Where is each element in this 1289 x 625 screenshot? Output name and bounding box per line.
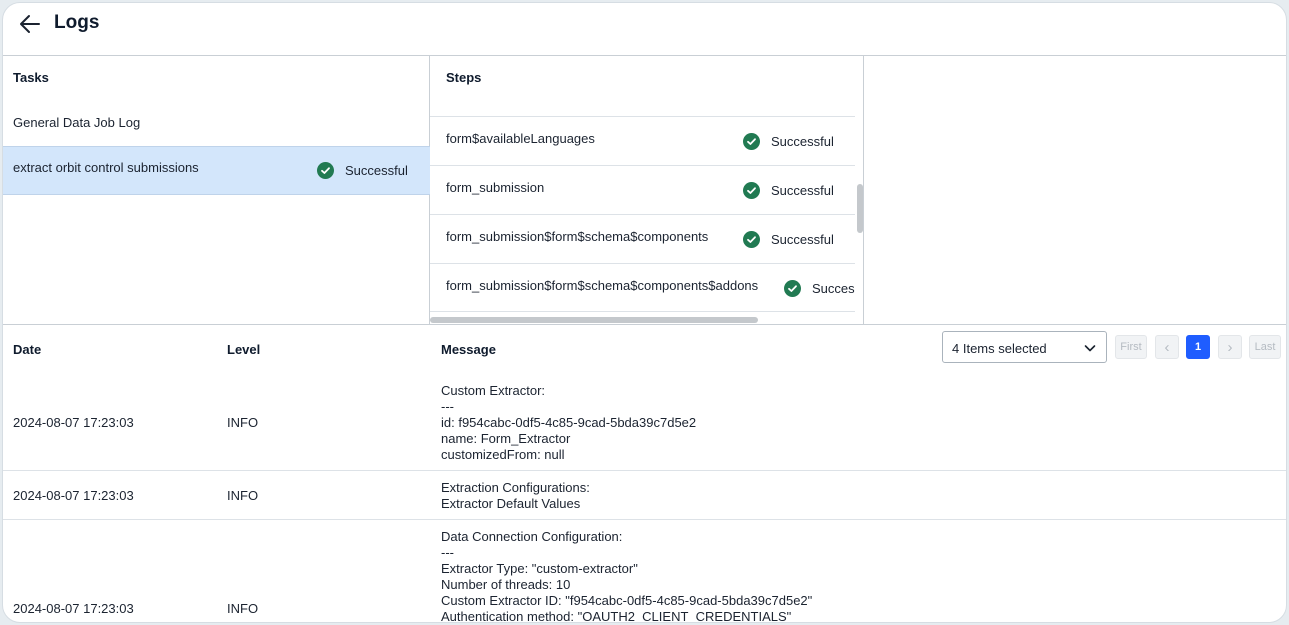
task-item-general-data-job-log[interactable]: General Data Job Log [3,100,430,149]
steps-panel: Steps form$availableLanguages Successful… [430,56,864,324]
page-1-button[interactable]: 1 [1186,335,1210,359]
log-message-line: name: Form_Extractor [441,431,571,446]
next-page-button[interactable]: › [1218,335,1242,359]
log-message-line: Custom Extractor ID: "f954cabc-0df5-4c85… [441,593,813,608]
log-message-line: Data Connection Configuration: [441,529,623,544]
status-badge: Successful [743,182,834,199]
back-arrow-icon[interactable] [17,11,43,37]
log-message-line: Extraction Configurations: [441,480,590,495]
step-row[interactable]: form_submission Successful [430,165,855,214]
log-message-line: customizedFrom: null [441,447,565,462]
step-list: form$availableLanguages Successful form_… [430,116,855,312]
step-label: form$availableLanguages [446,131,595,146]
log-message: Custom Extractor: --- id: f954cabc-0df5-… [441,383,696,463]
log-level: INFO [227,601,259,616]
last-page-button[interactable]: Last [1249,335,1281,359]
status-text: Successful [771,232,834,247]
task-item-extract-orbit-control-submissions[interactable]: extract orbit control submissions Succes… [3,146,430,195]
step-row[interactable]: form_submission$form$schema$components S… [430,214,855,263]
log-date: 2024-08-07 17:23:03 [13,601,134,616]
log-message-line: --- [441,399,454,414]
status-text: Succes [812,281,855,296]
prev-page-button[interactable]: ‹ [1155,335,1179,359]
status-badge: Succes [784,280,855,297]
status-text: Successful [345,163,408,178]
log-message-line: Number of threads: 10 [441,577,571,592]
column-header-level[interactable]: Level [227,342,260,357]
vertical-scrollbar[interactable] [857,184,863,233]
tasks-panel: Tasks General Data Job Log extract orbit… [3,56,430,324]
step-row[interactable]: form_submission$form$schema$components$a… [430,263,855,312]
log-message-line: Extractor Default Values [441,496,581,511]
step-label: form_submission$form$schema$components [446,229,709,244]
status-badge: Successful [743,133,834,150]
first-page-button[interactable]: First [1115,335,1147,359]
log-message-line: Custom Extractor: [441,383,546,398]
column-header-message[interactable]: Message [441,342,496,357]
log-message: Data Connection Configuration: --- Extra… [441,529,813,623]
log-message-line: --- [441,545,454,560]
level-filter-select[interactable]: 4 Items selected [942,331,1107,363]
task-item-label: extract orbit control submissions [13,160,199,175]
log-message: Extraction Configurations: Extractor Def… [441,480,590,512]
log-message-line: Extractor Type: "custom-extractor" [441,561,638,576]
check-circle-icon [317,162,334,179]
step-label: form_submission$form$schema$components$a… [446,278,759,293]
table-row[interactable]: 2024-08-07 17:23:03 INFO Extraction Conf… [3,471,1286,520]
log-level: INFO [227,415,259,430]
check-circle-icon [784,280,801,297]
log-table-header: Date Level Message 4 Items selected Firs… [3,324,1286,374]
log-message-line: id: f954cabc-0df5-4c85-9cad-5bda39c7d5e2 [441,415,697,430]
check-circle-icon [743,231,760,248]
tasks-heading: Tasks [13,70,49,85]
status-badge: Successful [743,231,834,248]
steps-heading: Steps [446,70,482,85]
status-badge: Successful [317,162,408,179]
level-filter-value: 4 Items selected [952,341,1047,356]
logs-window: Logs Tasks General Data Job Log extract … [2,2,1287,623]
table-row[interactable]: 2024-08-07 17:23:03 INFO Data Connection… [3,520,1286,623]
column-header-date[interactable]: Date [13,342,41,357]
task-item-label: General Data Job Log [13,115,141,130]
check-circle-icon [743,133,760,150]
log-message-line: Authentication method: "OAUTH2_CLIENT_CR… [441,609,792,623]
horizontal-scrollbar[interactable] [430,317,758,323]
step-row[interactable]: form$availableLanguages Successful [430,116,855,165]
table-row[interactable]: 2024-08-07 17:23:03 INFO Custom Extracto… [3,374,1286,471]
chevron-down-icon [1083,341,1097,358]
step-label: form_submission [446,180,545,195]
log-level: INFO [227,488,259,503]
status-text: Successful [771,183,834,198]
log-table-body: 2024-08-07 17:23:03 INFO Custom Extracto… [3,374,1286,623]
log-date: 2024-08-07 17:23:03 [13,415,134,430]
log-date: 2024-08-07 17:23:03 [13,488,134,503]
page-title: Logs [54,12,100,33]
check-circle-icon [743,182,760,199]
page-header: Logs [3,3,1286,56]
status-text: Successful [771,134,834,149]
